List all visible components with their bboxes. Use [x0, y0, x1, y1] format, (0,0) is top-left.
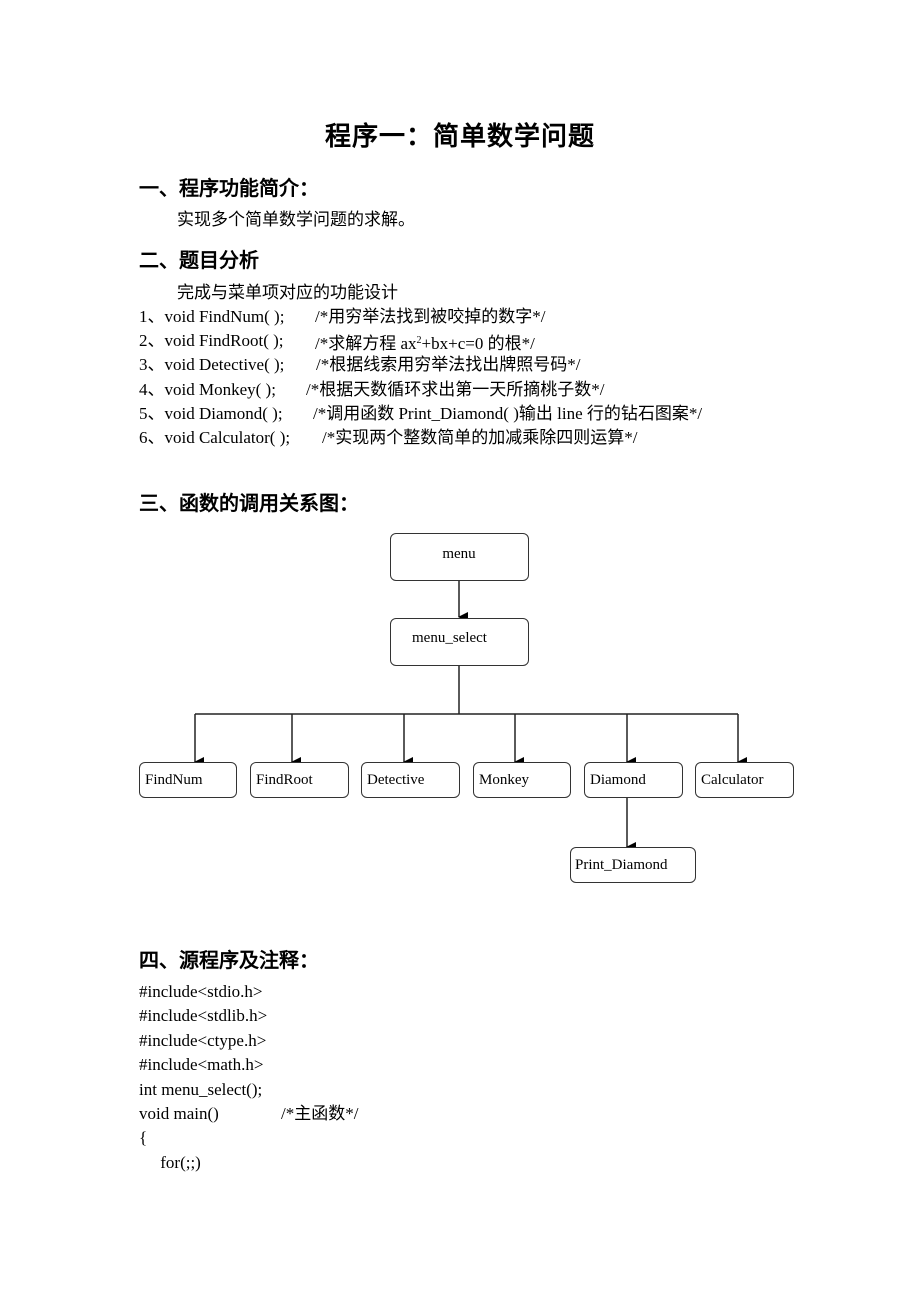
node-label: Print_Diamond: [575, 857, 668, 873]
node-label: Diamond: [590, 772, 646, 788]
call-graph-diagram: menu menu_select FindNum FindRoot Detect…: [0, 0, 920, 1302]
code-text: int menu_select();: [139, 1079, 263, 1099]
node-detective: Detective: [361, 762, 460, 798]
node-findnum: FindNum: [139, 762, 237, 798]
node-label: menu_select: [412, 630, 487, 646]
node-label: Detective: [367, 772, 425, 788]
code-line: for(;;): [139, 1151, 267, 1175]
code-line: #include<stdlib.h>: [139, 1004, 267, 1028]
code-line: {: [139, 1126, 267, 1150]
node-label: Calculator: [701, 772, 764, 788]
code-text: {: [139, 1128, 148, 1148]
node-print-diamond: Print_Diamond: [570, 847, 696, 883]
code-text: #include<stdio.h>: [139, 982, 263, 1001]
node-findroot: FindRoot: [250, 762, 349, 798]
code-text: #include<ctype.h>: [139, 1030, 267, 1050]
section-heading-source: 四、源程序及注释：: [139, 948, 319, 972]
node-label: FindNum: [145, 772, 203, 788]
node-label: FindRoot: [256, 772, 313, 788]
node-label: Monkey: [479, 772, 529, 788]
source-code-block: #include<stdio.h> #include<stdlib.h> #in…: [139, 980, 358, 1175]
code-comment: /*主函数*/: [281, 1103, 359, 1123]
node-menu-select: menu_select: [390, 618, 529, 666]
code-line: int menu_select();: [139, 1078, 267, 1102]
code-text: #include<math.h>: [139, 1055, 264, 1075]
node-monkey: Monkey: [473, 762, 571, 798]
node-diamond: Diamond: [584, 762, 683, 798]
code-line: #include<stdio.h>: [139, 980, 267, 1004]
node-calculator: Calculator: [695, 762, 794, 798]
code-line: #include<math.h>: [139, 1053, 267, 1077]
code-text: void main(): [139, 1103, 219, 1123]
code-line: void main() /*主函数*/: [139, 1102, 358, 1126]
code-line: #include<ctype.h>: [139, 1029, 267, 1053]
code-text: #include<stdlib.h>: [139, 1006, 268, 1026]
node-label: menu: [442, 546, 476, 562]
node-menu: menu: [390, 533, 529, 581]
code-text: for(;;): [139, 1152, 201, 1172]
